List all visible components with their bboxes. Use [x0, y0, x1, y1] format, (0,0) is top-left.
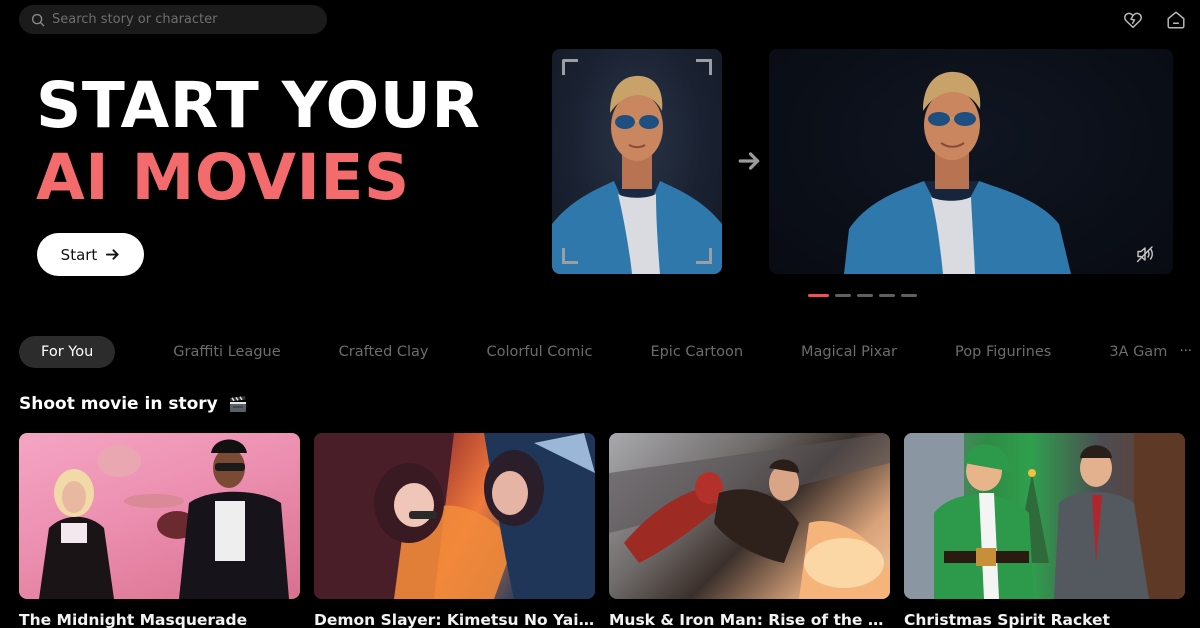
section-header: Shoot movie in story	[19, 394, 248, 414]
tab-crafted-clay[interactable]: Crafted Clay	[339, 336, 429, 368]
story-card-artwork	[314, 433, 595, 599]
frame-corner	[562, 248, 578, 264]
story-card-title: Christmas Spirit Racket	[904, 611, 1110, 628]
story-card[interactable]: Musk & Iron Man: Rise of the Machines	[609, 433, 890, 628]
story-card[interactable]: Demon Slayer: Kimetsu No Yaiba	[314, 433, 595, 628]
result-video-preview[interactable]	[769, 49, 1173, 274]
clapperboard-icon	[229, 396, 246, 412]
search-bar[interactable]	[19, 5, 327, 34]
hero-title-line1: START YOUR	[36, 69, 481, 142]
home-icon	[1167, 11, 1185, 29]
tab-graffiti-league[interactable]: Graffiti League	[173, 336, 280, 368]
story-card-title: Demon Slayer: Kimetsu No Yaiba	[314, 611, 595, 628]
arrow-right-icon	[738, 152, 760, 170]
source-person-image	[552, 75, 722, 274]
search-input[interactable]	[52, 12, 312, 27]
tab-3a-gam[interactable]: 3A Gam	[1109, 336, 1167, 368]
tab-epic-cartoon[interactable]: Epic Cartoon	[650, 336, 743, 368]
favorites-heart-icon	[1124, 12, 1142, 29]
carousel-dot[interactable]	[808, 294, 829, 297]
story-card-artwork	[609, 433, 890, 599]
carousel-dot[interactable]	[835, 294, 851, 297]
story-card-thumbnail	[19, 433, 300, 599]
section-title: Shoot movie in story	[19, 394, 218, 414]
start-button[interactable]: Start	[37, 233, 144, 276]
source-photo-preview	[552, 49, 722, 274]
carousel-indicators	[808, 294, 917, 297]
frame-corner	[696, 59, 712, 75]
story-card-thumbnail	[904, 433, 1185, 599]
arrow-right-icon	[106, 249, 119, 260]
story-card-artwork	[39, 439, 289, 599]
story-card-title: Musk & Iron Man: Rise of the Machines	[609, 611, 890, 628]
story-card[interactable]: Christmas Spirit Racket	[904, 433, 1185, 628]
carousel-dot[interactable]	[879, 294, 895, 297]
hero-title-line2: AI MOVIES	[36, 141, 410, 214]
carousel-dot[interactable]	[901, 294, 917, 297]
story-card-list: The Midnight Masquerade Demon Slayer: Kim…	[19, 433, 1185, 628]
frame-corner	[696, 248, 712, 264]
result-person-image	[844, 71, 1071, 274]
story-card-title: The Midnight Masquerade	[19, 611, 248, 628]
more-tabs-button[interactable]: ···	[1177, 336, 1192, 368]
frame-corner	[562, 59, 578, 75]
tab-pop-figurines[interactable]: Pop Figurines	[955, 336, 1051, 368]
style-tabs: For You Graffiti League Crafted Clay Colorf…	[19, 336, 1200, 368]
search-icon	[31, 13, 45, 26]
story-card-thumbnail	[609, 433, 890, 599]
carousel-dot[interactable]	[857, 294, 873, 297]
story-card[interactable]: The Midnight Masquerade	[19, 433, 300, 628]
favorites-button[interactable]	[1122, 9, 1144, 31]
hero-headline: START YOUR AI MOVIES	[36, 70, 480, 214]
start-button-label: Start	[60, 245, 98, 264]
mute-icon[interactable]	[1135, 244, 1155, 264]
home-button[interactable]	[1165, 9, 1187, 31]
tab-colorful-comic[interactable]: Colorful Comic	[487, 336, 593, 368]
tab-magical-pixar[interactable]: Magical Pixar	[801, 336, 897, 368]
story-card-artwork	[904, 433, 1185, 599]
tab-for-you[interactable]: For You	[19, 336, 116, 368]
story-card-thumbnail	[314, 433, 595, 599]
